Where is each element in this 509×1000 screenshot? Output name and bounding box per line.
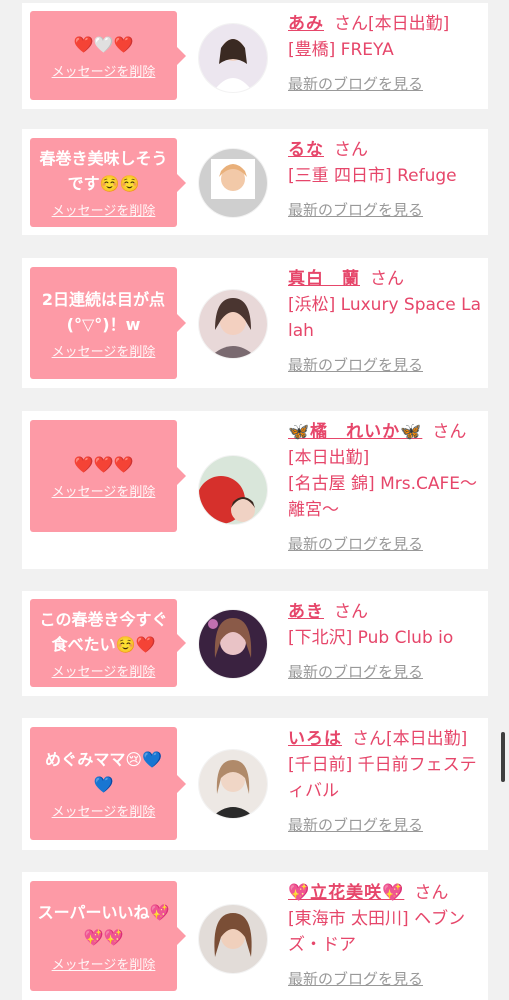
latest-blog-link[interactable]: 最新のブログを見る bbox=[288, 661, 484, 683]
latest-blog-link[interactable]: 最新のブログを見る bbox=[288, 968, 484, 990]
cast-info: 🦋橘 れいか🦋 さん [本日出勤] [名古屋 錦] Mrs.CAFE～離宮～ 最新… bbox=[288, 419, 484, 555]
list-item: ❤️❤️❤️ メッセージを削除 🦋橘 れいか🦋 さん [本日出勤] [名古屋 錦]… bbox=[22, 411, 488, 569]
avatar[interactable] bbox=[199, 24, 267, 92]
cast-info: 真白 蘭さん [浜松] Luxury Space Lalah 最新のブログを見る bbox=[288, 266, 484, 376]
message-text: めぐみママ😢💙💙 bbox=[44, 750, 163, 794]
message-text: この春巻き今すぐ食べたい☺️❤️ bbox=[39, 609, 168, 654]
cast-info: あき さん [下北沢] Pub Club io 最新のブログを見る bbox=[288, 599, 484, 683]
message-text: 2日連続は目が点(°▽°)！w bbox=[41, 289, 166, 334]
cast-name-link[interactable]: るな bbox=[288, 140, 324, 160]
scrollbar[interactable] bbox=[501, 732, 505, 782]
cast-info: 💖立花美咲💖 さん [東海市 太田川] ヘブンズ・ドア 最新のブログを見る bbox=[288, 880, 484, 990]
message-list: ❤️🤍❤️ メッセージを削除 あみ さん[本日出勤] [豊橋] FREYA 最新の… bbox=[0, 0, 509, 1000]
delete-message-button[interactable]: メッセージを削除 bbox=[52, 661, 156, 680]
latest-blog-link[interactable]: 最新のブログを見る bbox=[288, 73, 484, 95]
cast-info: いろは さん[本日出勤] [千日前] 千日前フェスティバル 最新のブログを見る bbox=[288, 726, 484, 836]
avatar[interactable] bbox=[199, 610, 267, 678]
message-text: ❤️🤍❤️ bbox=[73, 34, 134, 54]
list-item: めぐみママ😢💙💙 メッセージを削除 いろは さん[本日出勤] [千日前] 千日前フ… bbox=[22, 718, 488, 850]
shop-info: [三重 四日市] Refuge bbox=[288, 166, 457, 186]
delete-message-button[interactable]: メッセージを削除 bbox=[52, 481, 156, 500]
delete-message-button[interactable]: メッセージを削除 bbox=[52, 61, 156, 80]
message-bubble: この春巻き今すぐ食べたい☺️❤️ メッセージを削除 bbox=[30, 599, 186, 687]
cast-name-link[interactable]: あみ bbox=[288, 14, 324, 34]
shop-info: [豊橋] FREYA bbox=[288, 40, 394, 60]
message-bubble: めぐみママ😢💙💙 メッセージを削除 bbox=[30, 727, 186, 840]
message-text: ❤️❤️❤️ bbox=[73, 455, 134, 474]
list-item: 2日連続は目が点(°▽°)！w メッセージを削除 真白 蘭さん [浜松] Lux… bbox=[22, 258, 488, 388]
status-badge: [本日出勤] bbox=[288, 448, 370, 468]
honorific: さん bbox=[334, 14, 368, 34]
list-item: この春巻き今すぐ食べたい☺️❤️ メッセージを削除 あき さん [下北沢] Pub… bbox=[22, 591, 488, 696]
cast-info: るな さん [三重 四日市] Refuge 最新のブログを見る bbox=[288, 137, 484, 221]
list-item: ❤️🤍❤️ メッセージを削除 あみ さん[本日出勤] [豊橋] FREYA 最新の… bbox=[22, 3, 488, 109]
honorific: さん bbox=[334, 140, 368, 160]
cast-name-link[interactable]: あき bbox=[288, 602, 324, 622]
latest-blog-link[interactable]: 最新のブログを見る bbox=[288, 199, 484, 221]
message-bubble: ❤️🤍❤️ メッセージを削除 bbox=[30, 11, 186, 100]
honorific: さん bbox=[370, 269, 404, 289]
latest-blog-link[interactable]: 最新のブログを見る bbox=[288, 354, 484, 376]
cast-info: あみ さん[本日出勤] [豊橋] FREYA 最新のブログを見る bbox=[288, 11, 484, 95]
list-item: 春巻き美味しそうです☺️☺️ メッセージを削除 るな さん [三重 四日市] Re… bbox=[22, 129, 488, 235]
message-text: スーパーいいね💖💖💖 bbox=[37, 902, 170, 947]
message-bubble: 春巻き美味しそうです☺️☺️ メッセージを削除 bbox=[30, 138, 186, 227]
shop-info: [千日前] 千日前フェスティバル bbox=[288, 755, 477, 801]
honorific: さん bbox=[334, 602, 368, 622]
honorific: さん bbox=[414, 883, 449, 903]
cast-name-link[interactable]: いろは bbox=[288, 729, 342, 749]
honorific: さん bbox=[432, 422, 467, 442]
cast-name-link[interactable]: 🦋橘 れいか🦋 bbox=[288, 422, 422, 442]
status-badge: [本日出勤] bbox=[386, 729, 468, 749]
honorific: さん bbox=[352, 729, 386, 749]
list-item: スーパーいいね💖💖💖 メッセージを削除 💖立花美咲💖 さん [東海市 太田川] ヘ… bbox=[22, 872, 488, 1000]
avatar[interactable] bbox=[199, 905, 267, 973]
avatar[interactable] bbox=[199, 456, 267, 524]
shop-info: [下北沢] Pub Club io bbox=[288, 628, 454, 648]
delete-message-button[interactable]: メッセージを削除 bbox=[52, 801, 156, 820]
avatar[interactable] bbox=[199, 290, 267, 358]
message-bubble: 2日連続は目が点(°▽°)！w メッセージを削除 bbox=[30, 267, 186, 379]
cast-name-link[interactable]: 真白 蘭 bbox=[288, 269, 360, 289]
avatar[interactable] bbox=[199, 149, 267, 217]
delete-message-button[interactable]: メッセージを削除 bbox=[52, 200, 156, 219]
delete-message-button[interactable]: メッセージを削除 bbox=[52, 954, 156, 973]
message-text: 春巻き美味しそうです☺️☺️ bbox=[39, 149, 168, 193]
avatar[interactable] bbox=[199, 750, 267, 818]
latest-blog-link[interactable]: 最新のブログを見る bbox=[288, 814, 484, 836]
shop-info: [東海市 太田川] ヘブンズ・ドア bbox=[288, 909, 466, 955]
shop-info: [浜松] Luxury Space Lalah bbox=[288, 295, 482, 341]
message-bubble: ❤️❤️❤️ メッセージを削除 bbox=[30, 420, 186, 532]
status-badge: [本日出勤] bbox=[368, 14, 450, 34]
latest-blog-link[interactable]: 最新のブログを見る bbox=[288, 533, 484, 555]
shop-info: [名古屋 錦] Mrs.CAFE～離宮～ bbox=[288, 474, 478, 520]
message-bubble: スーパーいいね💖💖💖 メッセージを削除 bbox=[30, 881, 186, 991]
cast-name-link[interactable]: 💖立花美咲💖 bbox=[288, 883, 404, 903]
delete-message-button[interactable]: メッセージを削除 bbox=[52, 341, 156, 360]
